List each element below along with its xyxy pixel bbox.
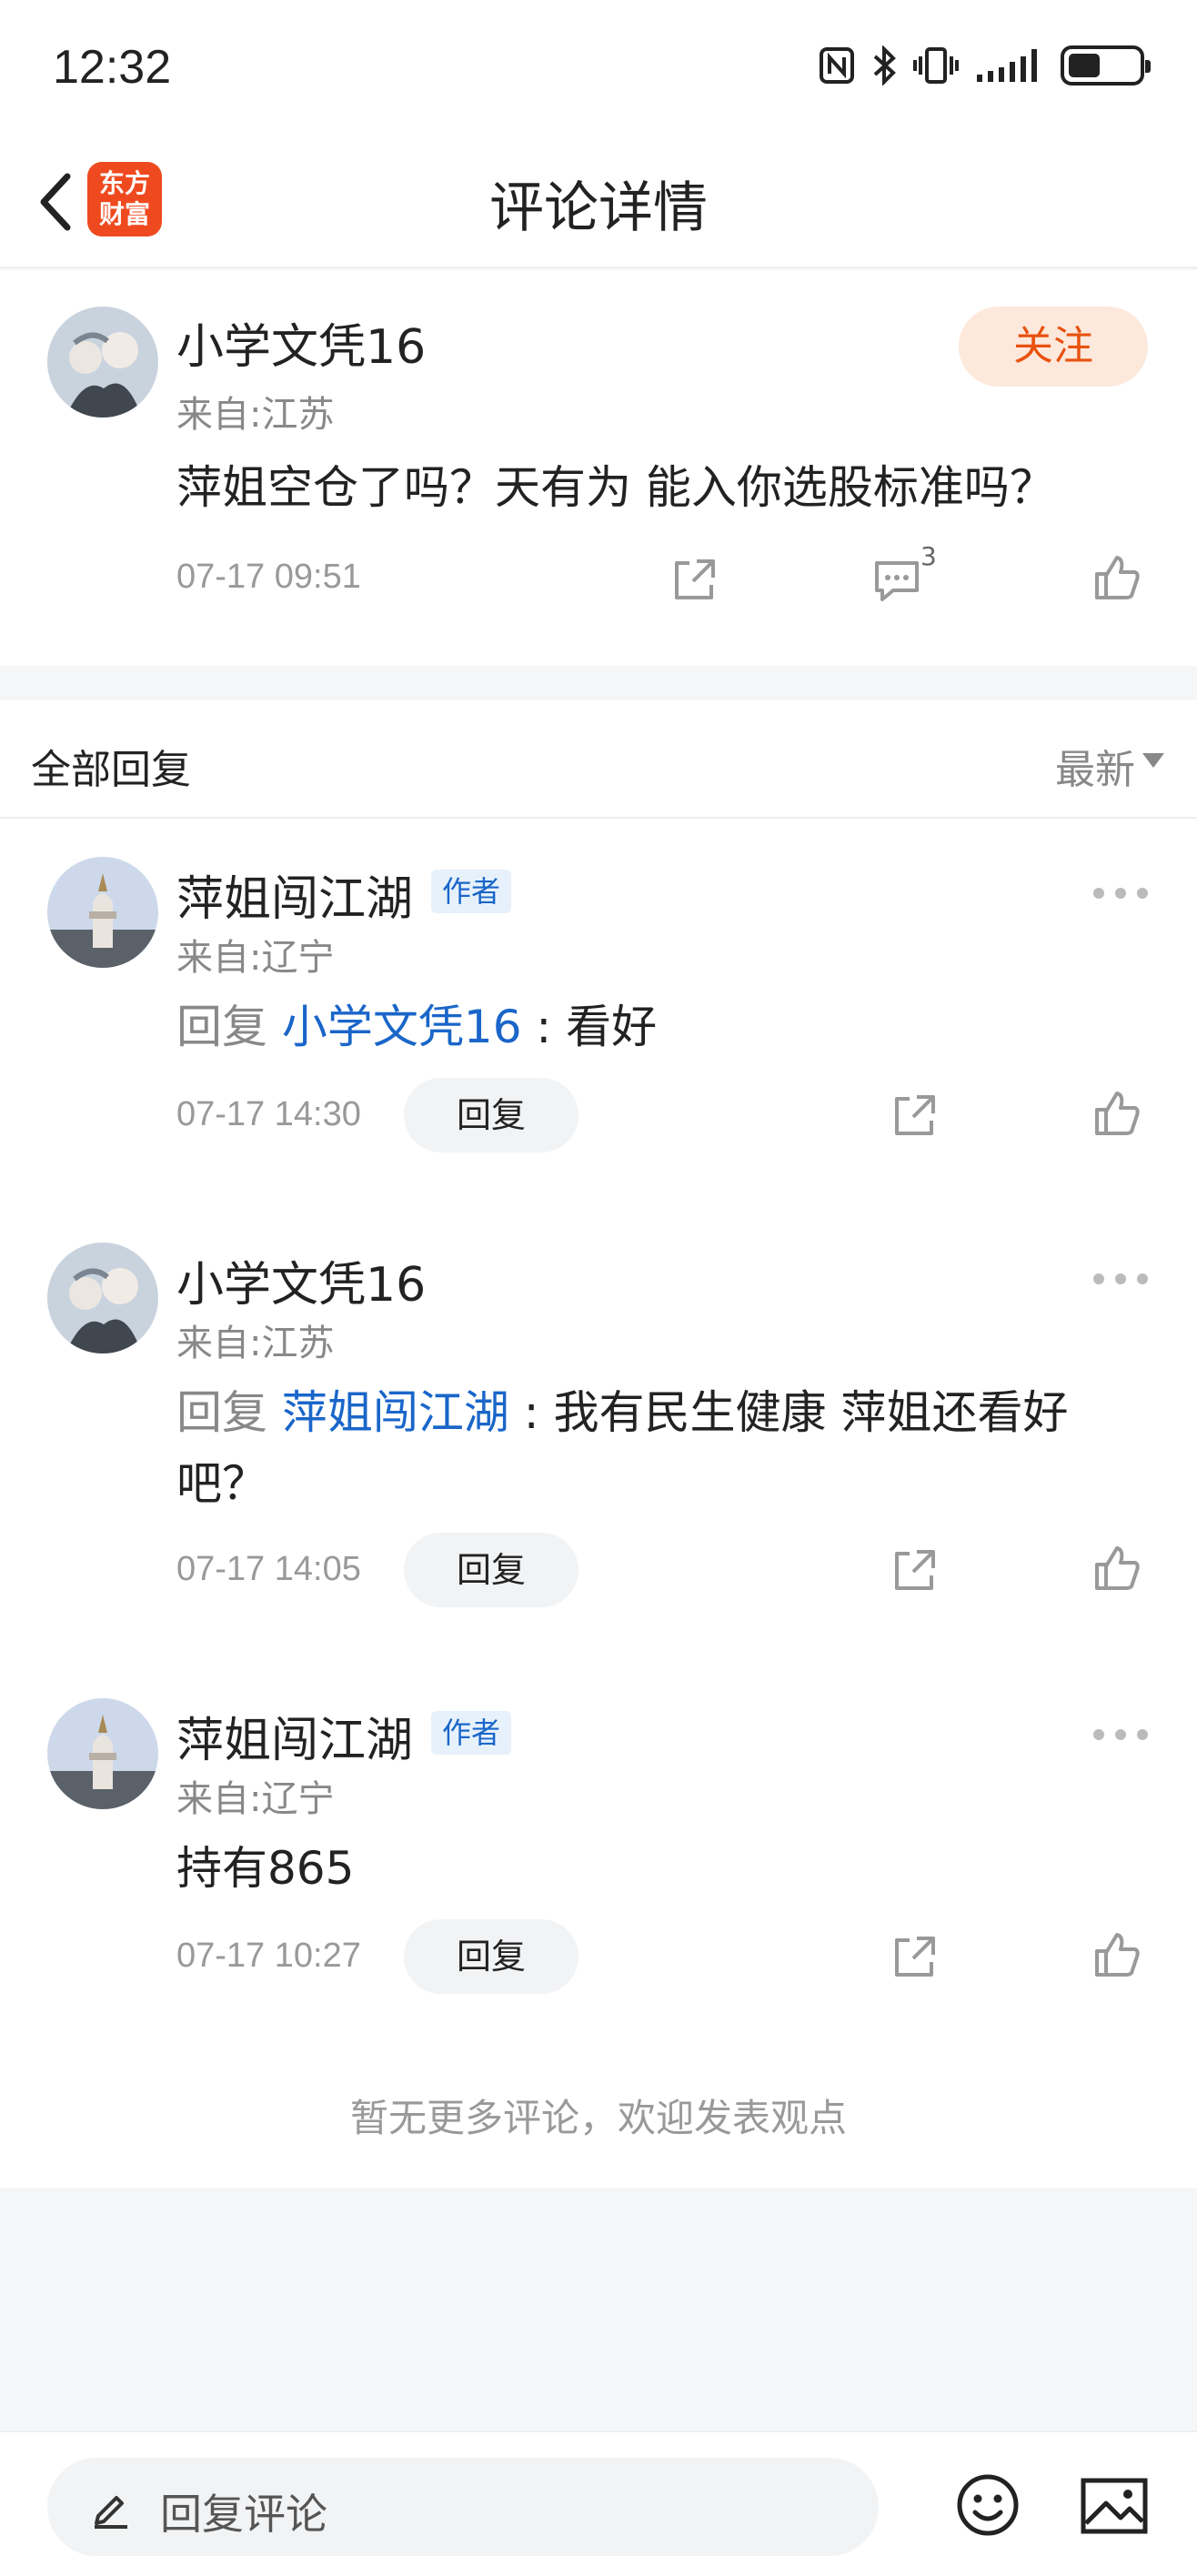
status-icons	[819, 45, 1151, 86]
post-content: 萍姐空仓了吗？天有为 能入你选股标准吗？	[176, 461, 1055, 514]
bluetooth-icon	[873, 45, 896, 86]
post-location: 来自:江苏	[176, 394, 335, 436]
like-button[interactable]	[1091, 552, 1142, 603]
author-badge: 作者	[431, 870, 512, 913]
more-options-button[interactable]	[1093, 884, 1148, 902]
reply-timestamp: 07-17 14:05	[176, 1550, 361, 1588]
sort-dropdown[interactable]: 最新	[1055, 737, 1135, 795]
share-button[interactable]	[890, 1090, 940, 1141]
reply-content: 回复 小学文凭16 : 看好	[176, 991, 1141, 1062]
reply-content: 回复 萍姐闯江湖 : 我有民生健康 萍姐还看好吧？	[176, 1377, 1141, 1519]
reply-location: 来自:辽宁	[176, 937, 335, 979]
no-more-comments-note: 暂无更多评论，欢迎发表观点	[349, 2096, 847, 2140]
more-options-button[interactable]	[1093, 1726, 1148, 1744]
caret-down-icon[interactable]	[1142, 753, 1164, 768]
reply-separator: :	[508, 1386, 554, 1439]
post-timestamp: 07-17 09:51	[176, 558, 361, 596]
top-nav-bar: 东方 财富 评论详情	[0, 136, 1197, 268]
more-dot-icon	[1093, 1729, 1104, 1740]
more-dot-icon	[1093, 888, 1104, 899]
like-button[interactable]	[1091, 1088, 1142, 1139]
share-icon	[895, 1095, 935, 1135]
thumbs-up-icon	[1095, 556, 1140, 599]
reply-timestamp: 07-17 10:27	[176, 1937, 361, 1975]
share-icon	[895, 1550, 935, 1590]
reply-username[interactable]: 萍姐闯江湖	[176, 860, 413, 929]
replies-section-header: 全部回复 最新	[0, 700, 1197, 819]
reply-username[interactable]: 小学文凭16	[176, 1246, 426, 1314]
reply-prefix: 回复	[176, 1001, 282, 1053]
reply-button[interactable]: 回复	[404, 1533, 578, 1607]
reply-target-link[interactable]: 小学文凭16	[282, 1001, 522, 1053]
more-dot-icon	[1137, 888, 1148, 899]
like-button[interactable]	[1091, 1543, 1142, 1594]
comment-icon	[875, 561, 919, 601]
more-options-button[interactable]	[1093, 1270, 1148, 1288]
avatar[interactable]	[47, 1243, 158, 1353]
reply-text: 持有865	[176, 1842, 355, 1895]
reply-location: 来自:辽宁	[176, 1778, 335, 1820]
vibrate-icon	[913, 47, 959, 84]
more-dot-icon	[1115, 888, 1126, 899]
reply-input[interactable]: 回复评论	[47, 2458, 879, 2556]
image-button[interactable]	[1081, 2478, 1148, 2534]
status-bar: 12:32	[0, 0, 1197, 136]
reply-input-placeholder: 回复评论	[160, 2490, 327, 2539]
more-dot-icon	[1093, 1273, 1104, 1284]
status-time: 12:32	[53, 41, 172, 94]
more-dot-icon	[1137, 1729, 1148, 1740]
signal-icon	[977, 49, 1037, 82]
avatar[interactable]	[47, 857, 158, 968]
battery-icon	[1061, 45, 1151, 86]
pencil-icon	[95, 2496, 127, 2529]
share-button[interactable]	[669, 554, 720, 605]
reply-target-link[interactable]: 萍姐闯江湖	[282, 1386, 509, 1439]
author-badge: 作者	[431, 1711, 512, 1755]
page-title: 评论详情	[489, 176, 708, 240]
share-button[interactable]	[890, 1931, 940, 1982]
share-icon	[895, 1937, 935, 1977]
smiley-icon	[957, 2474, 1019, 2536]
thumbs-up-icon	[1095, 1092, 1140, 1135]
reply-button[interactable]: 回复	[404, 1078, 578, 1152]
replies-section-title: 全部回复	[31, 747, 191, 793]
avatar[interactable]	[47, 1698, 158, 1809]
reply-username[interactable]: 萍姐闯江湖	[176, 1702, 413, 1770]
thumbs-up-icon	[1095, 1933, 1140, 1977]
comment-button[interactable]	[871, 554, 922, 605]
share-icon	[675, 559, 715, 599]
nfc-icon	[820, 47, 854, 84]
post-username[interactable]: 小学文凭16	[176, 308, 426, 377]
main-comment: 小学文凭16 来自:江苏 关注 萍姐空仓了吗？天有为 能入你选股标准吗？ 07-…	[0, 270, 1197, 666]
follow-button[interactable]: 关注	[959, 307, 1148, 387]
reply-location: 来自:江苏	[176, 1323, 335, 1364]
comment-count: 3	[920, 541, 937, 571]
reply-separator: :	[521, 1001, 567, 1053]
reply-prefix: 回复	[176, 1386, 282, 1439]
share-button[interactable]	[890, 1545, 940, 1595]
more-dot-icon	[1115, 1273, 1126, 1284]
more-dot-icon	[1115, 1729, 1126, 1740]
image-icon	[1081, 2478, 1148, 2534]
replies-list: 萍姐闯江湖 作者 来自:辽宁 回复 小学文凭16 : 看好 07-17 14:3…	[0, 819, 1197, 2188]
reply-content: 持有865	[176, 1833, 1141, 1904]
avatar[interactable]	[47, 307, 158, 418]
thumbs-up-icon	[1095, 1546, 1140, 1590]
bottom-reply-bar: 回复评论	[0, 2430, 1197, 2576]
like-button[interactable]	[1091, 1929, 1142, 1980]
reply-button[interactable]: 回复	[404, 1919, 578, 1994]
reply-timestamp: 07-17 14:30	[176, 1095, 361, 1133]
emoji-button[interactable]	[955, 2472, 1021, 2538]
reply-text: 看好	[566, 1001, 658, 1053]
more-dot-icon	[1137, 1273, 1148, 1284]
